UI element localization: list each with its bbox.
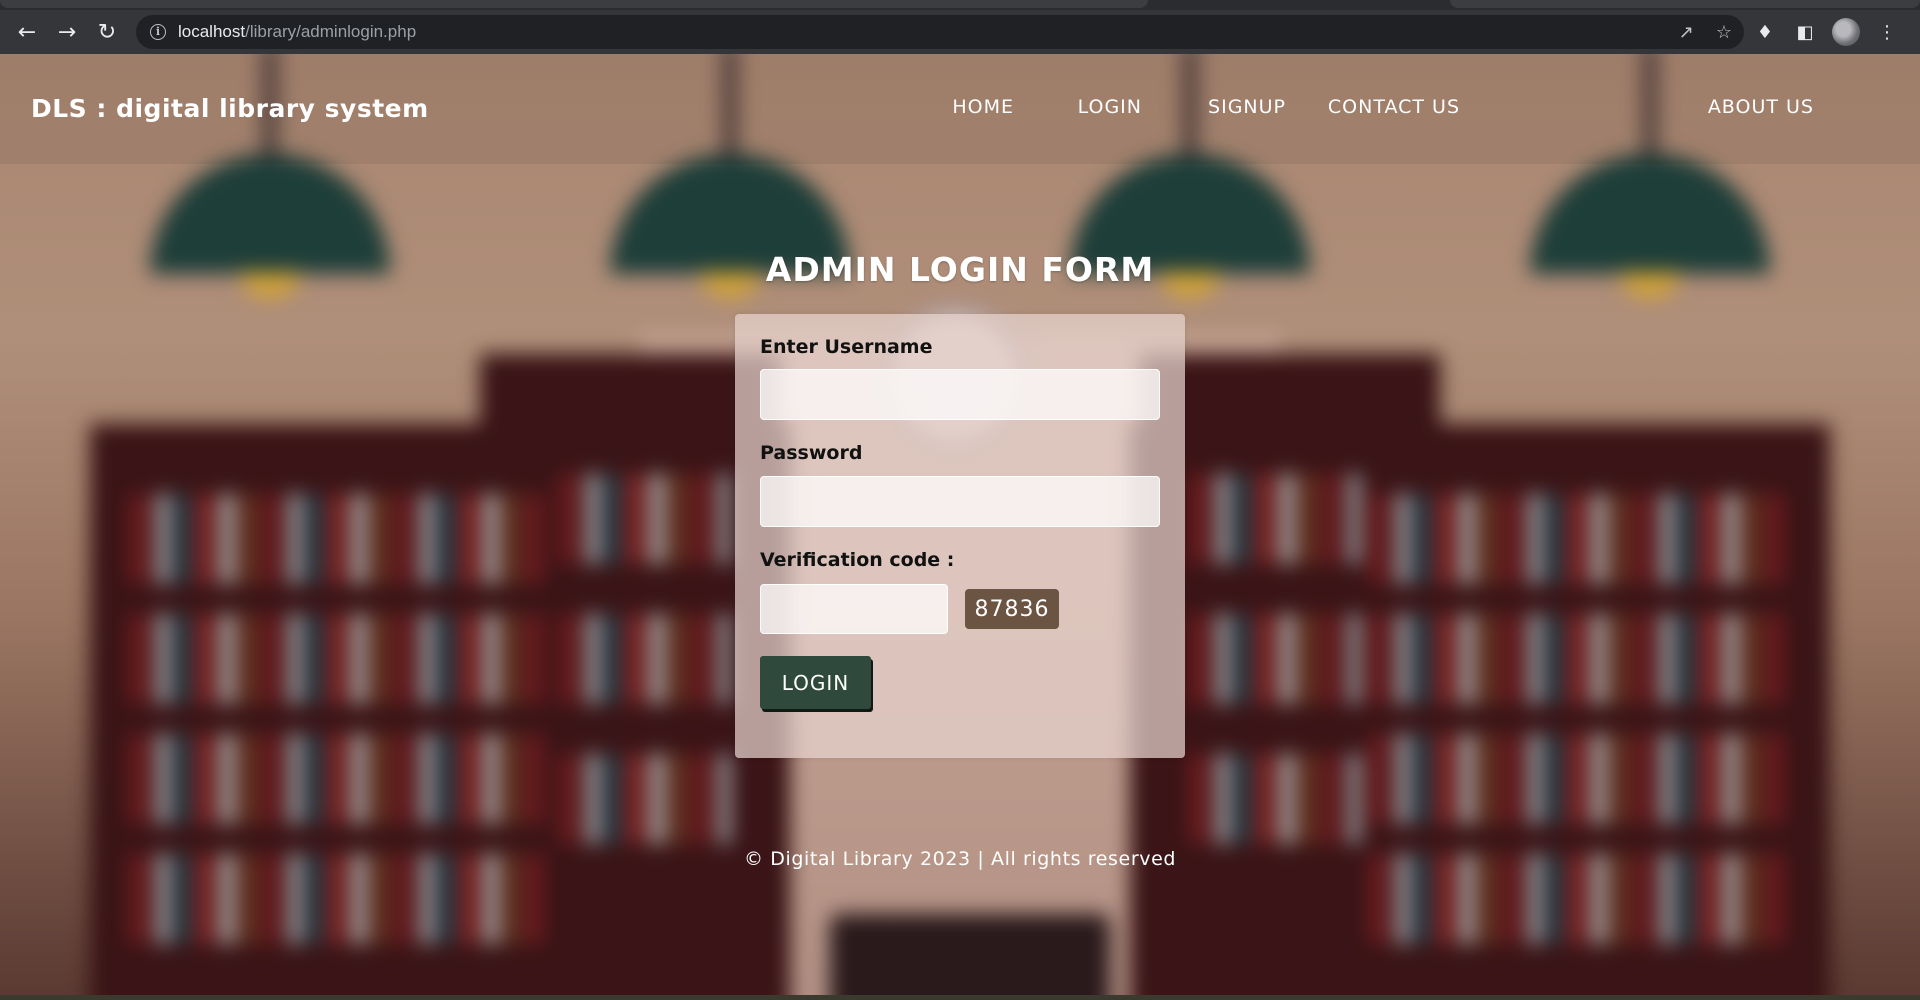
menu-kebab-icon[interactable]: ⋮ xyxy=(1874,22,1900,43)
url-text[interactable]: localhost/library/adminlogin.php xyxy=(178,22,416,42)
form-title: ADMIN LOGIN FORM xyxy=(765,250,1155,289)
extensions-icon[interactable]: ♦ xyxy=(1752,22,1778,43)
page: DLS : digital library system HOME LOGIN … xyxy=(0,54,1920,995)
share-icon[interactable]: ↗ xyxy=(1679,22,1694,43)
username-label: Enter Username xyxy=(760,336,933,358)
browser-tab[interactable] xyxy=(1450,0,1920,8)
nav-home[interactable]: HOME xyxy=(952,96,1014,118)
browser-right-tools: ♦ ◧ ⋮ xyxy=(1752,10,1900,54)
site-info-icon[interactable]: i xyxy=(150,24,166,40)
captcha-code: 87836 xyxy=(965,589,1059,629)
nav-signup[interactable]: SIGNUP xyxy=(1208,96,1286,118)
side-panel-icon[interactable]: ◧ xyxy=(1792,22,1818,43)
back-icon[interactable]: ← xyxy=(7,10,47,54)
browser-tab[interactable] xyxy=(0,0,1148,8)
nav-login[interactable]: LOGIN xyxy=(1078,96,1142,118)
site-brand[interactable]: DLS : digital library system xyxy=(31,94,429,123)
address-bar[interactable]: i localhost/library/adminlogin.php ↗ ☆ xyxy=(136,15,1744,49)
nav-contact-us[interactable]: CONTACT US xyxy=(1328,96,1460,118)
password-label: Password xyxy=(760,442,863,464)
browser-toolbar: ← → ↻ i localhost/library/adminlogin.php… xyxy=(0,10,1920,54)
url-path: /library/adminlogin.php xyxy=(245,22,417,41)
url-host: localhost xyxy=(178,22,246,41)
nav-about-us[interactable]: ABOUT US xyxy=(1708,96,1814,118)
bookmark-star-icon[interactable]: ☆ xyxy=(1716,22,1732,43)
verification-label: Verification code : xyxy=(760,549,955,571)
omnibox-actions: ↗ ☆ xyxy=(1679,15,1732,49)
reload-icon[interactable]: ↻ xyxy=(87,10,127,54)
verification-code-input[interactable] xyxy=(760,584,948,634)
login-button[interactable]: LOGIN xyxy=(760,656,871,709)
browser-chrome: ← → ↻ i localhost/library/adminlogin.php… xyxy=(0,0,1920,54)
username-input[interactable] xyxy=(760,369,1160,420)
profile-avatar[interactable] xyxy=(1832,18,1860,46)
forward-icon[interactable]: → xyxy=(47,10,87,54)
site-header: DLS : digital library system HOME LOGIN … xyxy=(0,54,1920,164)
tab-strip xyxy=(0,0,1920,10)
status-strip xyxy=(0,995,1920,1000)
password-input[interactable] xyxy=(760,476,1160,527)
footer-copyright: © Digital Library 2023 | All rights rese… xyxy=(743,848,1177,870)
admin-login-form: Enter Username Password Verification cod… xyxy=(735,314,1185,758)
